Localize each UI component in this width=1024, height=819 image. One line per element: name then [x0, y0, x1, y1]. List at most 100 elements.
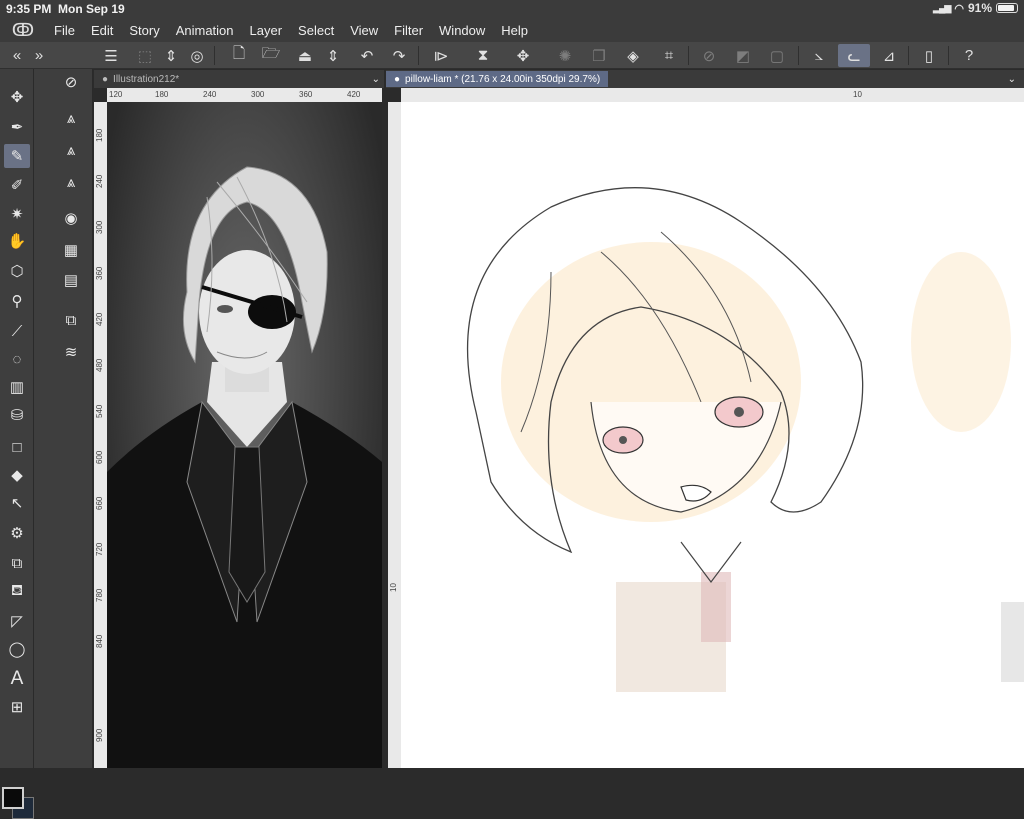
ruler-label: 10 [853, 90, 862, 99]
speech-bubble-tool-icon[interactable]: ◯ [4, 637, 30, 661]
menu-bar: ↂ File Edit Story Animation Layer Select… [0, 19, 1024, 42]
text-tool-icon[interactable]: A [4, 667, 30, 691]
move-tool-icon[interactable]: ✥ [4, 85, 30, 109]
fill-tool-icon[interactable]: ⛁ [4, 403, 30, 427]
vruler-label: 780 [95, 588, 104, 602]
rectangle-tool-icon[interactable]: □ [4, 435, 30, 459]
disabled-c-icon[interactable]: ▢ [764, 44, 790, 67]
right-vertical-ruler: 10 [388, 102, 401, 768]
ruler-label: 420 [347, 90, 361, 99]
layer-prop-icon[interactable]: ⩓ [58, 137, 84, 163]
marker-tool-icon[interactable]: ✐ [4, 173, 30, 197]
pencil-tool-icon[interactable]: ✎ [4, 144, 30, 168]
ruler-label: 300 [251, 90, 265, 99]
status-time: 9:35 PM [6, 2, 52, 16]
bucket-tool-icon[interactable]: ⛾ [4, 579, 30, 603]
select-tool-icon[interactable]: ↖ [4, 491, 30, 515]
menu-file[interactable]: File [46, 23, 83, 38]
menu-icon[interactable]: ☰ [98, 44, 124, 67]
open-folder-icon[interactable]: 🗁 [258, 44, 284, 67]
tool-palette: ✥ ✒ ✎ ✐ ✷ ✋ ⬡ ⚲ ⟋ ◌ ▥ ⛁ □ ◆ ↖ ⚙ ⧉ ⛾ ◸ ◯ … [0, 69, 34, 819]
battery-icon [996, 3, 1018, 13]
lasso-tool-icon[interactable]: ◌ [4, 347, 30, 371]
menu-filter[interactable]: Filter [386, 23, 431, 38]
updown-icon[interactable]: ⇕ [158, 44, 184, 67]
flip-vertical-icon[interactable]: ⧗ [470, 44, 496, 67]
status-right: ▂▄▆ ◠ 91% [933, 1, 1018, 15]
hand-tool-icon[interactable]: ✋ [4, 229, 30, 253]
object-tool-icon[interactable]: ⬡ [4, 259, 30, 283]
foreground-color-swatch[interactable] [2, 787, 24, 809]
film-icon[interactable]: ▤ [58, 267, 84, 293]
copy-icon[interactable]: ❐ [586, 44, 612, 67]
loading-icon[interactable]: ✺ [552, 44, 578, 67]
gradient-tool-icon[interactable]: ▥ [4, 375, 30, 399]
eyedropper-tool-icon[interactable]: ⟋ [4, 319, 30, 343]
move-icon[interactable]: ✥ [510, 44, 536, 67]
ruler-label: 120 [109, 90, 123, 99]
transform-icon[interactable]: ⬚ [132, 44, 158, 67]
collapse-right-icon[interactable]: » [26, 44, 52, 67]
timeline-icon[interactable]: ▦ [58, 237, 84, 263]
sparkle-tool-icon[interactable]: ✷ [4, 202, 30, 226]
layer-search-icon[interactable]: ⧉ [58, 307, 84, 333]
fill-icon[interactable]: ◈ [620, 44, 646, 67]
updown2-icon[interactable]: ⇕ [320, 44, 346, 67]
menu-select[interactable]: Select [290, 23, 342, 38]
ruler-pen-icon[interactable]: ⦣ [806, 44, 832, 67]
left-canvas-artwork[interactable] [107, 102, 382, 768]
command-bar: « » ☰ ⬚ ⇕ ◎ 🗋 🗁 ⏏ ⇕ ↶ ↷ ⧐ ⧗ ✥ ✺ ❐ ◈ ⌗ ⊘ … [0, 42, 1024, 69]
monochrome-character-illustration [107, 166, 382, 768]
vruler-label: 300 [95, 220, 104, 234]
layer-move-icon[interactable]: ⩓ [58, 105, 84, 131]
vruler-label: 600 [95, 450, 104, 464]
menu-story[interactable]: Story [121, 23, 167, 38]
vruler-label: 900 [95, 728, 104, 742]
vruler-label: 720 [95, 542, 104, 556]
crop-icon[interactable]: ⌗ [656, 44, 682, 67]
triangle-tool-icon[interactable]: ◸ [4, 609, 30, 633]
ruler-icon[interactable]: ⊿ [876, 44, 902, 67]
material-icon[interactable]: ◉ [58, 205, 84, 231]
vruler-label: 540 [95, 404, 104, 418]
app-logo-icon[interactable]: ↂ [0, 20, 46, 41]
auto-action-icon[interactable]: ⩓ [58, 169, 84, 195]
frame-tool-icon[interactable]: ⊞ [4, 695, 30, 719]
menu-animation[interactable]: Animation [168, 23, 242, 38]
tab-dot-icon: ● [394, 73, 401, 85]
spiral-icon[interactable]: ◎ [184, 44, 210, 67]
menu-window[interactable]: Window [431, 23, 493, 38]
menu-help[interactable]: Help [493, 23, 536, 38]
vruler-label: 660 [95, 496, 104, 510]
vruler-label: 840 [95, 634, 104, 648]
vruler-label: 420 [95, 312, 104, 326]
new-file-icon[interactable]: 🗋 [226, 44, 252, 67]
window-chevron-icon[interactable]: ⌄ [1008, 74, 1016, 85]
layers-stack-icon[interactable]: ≋ [58, 339, 84, 365]
brush-active-icon[interactable]: ᓚ [838, 44, 870, 67]
eraser-tool-icon[interactable]: ◆ [4, 463, 30, 487]
menu-edit[interactable]: Edit [83, 23, 121, 38]
layers-tool-icon[interactable]: ⧉ [4, 551, 30, 575]
settings-tool-icon[interactable]: ⚙ [4, 521, 30, 545]
tablet-icon[interactable]: ▯ [916, 44, 942, 67]
sub-palette: ⊘ ⩓ ⩓ ⩓ ◉ ▦ ▤ ⧉ ≋ [34, 69, 93, 768]
save-icon[interactable]: ⏏ [292, 44, 318, 67]
navigator-icon[interactable]: ⊘ [58, 69, 84, 95]
tab-illustration212[interactable]: ● Illustration212* [94, 71, 187, 87]
menu-layer[interactable]: Layer [242, 23, 291, 38]
disabled-a-icon[interactable]: ⊘ [696, 44, 722, 67]
tab-pillow-liam[interactable]: ● pillow-liam * (21.76 x 24.00in 350dpi … [386, 71, 609, 87]
redo-icon[interactable]: ↷ [386, 44, 412, 67]
flip-horizontal-icon[interactable]: ⧐ [428, 44, 454, 67]
disabled-b-icon[interactable]: ◩ [730, 44, 756, 67]
signal-icon: ▂▄▆ [933, 2, 951, 13]
right-canvas-artwork[interactable] [401, 102, 1024, 768]
pen-tool-icon[interactable]: ✒ [4, 115, 30, 139]
zoom-tool-icon[interactable]: ⚲ [4, 289, 30, 313]
window-chevron-icon[interactable]: ⌄ [372, 74, 380, 85]
status-bar: 9:35 PM Mon Sep 19 ▂▄▆ ◠ 91% [0, 0, 1024, 19]
undo-icon[interactable]: ↶ [354, 44, 380, 67]
help-icon[interactable]: ? [956, 44, 982, 67]
menu-view[interactable]: View [342, 23, 386, 38]
